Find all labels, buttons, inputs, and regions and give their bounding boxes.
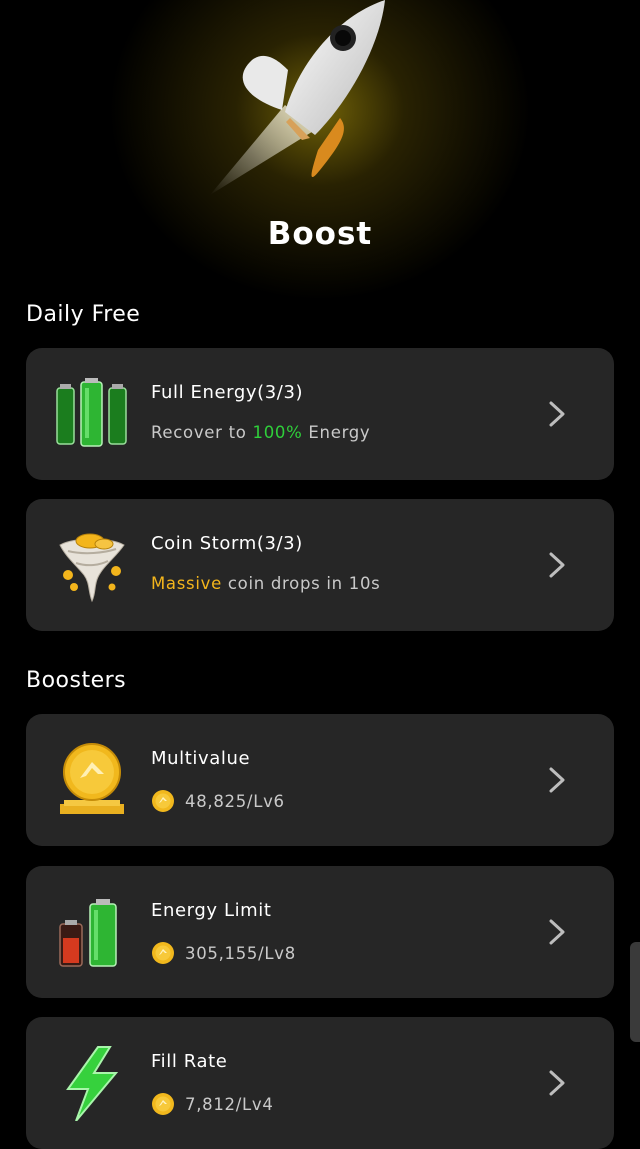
chevron-right-icon xyxy=(549,552,565,578)
coin-storm-card[interactable]: Coin Storm(3/3) Massive coin drops in 10… xyxy=(26,499,614,631)
hero-banner xyxy=(0,0,640,300)
battery-full-icon xyxy=(56,378,127,447)
energy-limit-card[interactable]: Energy Limit 305,155/Lv8 xyxy=(26,866,614,998)
page-title: Boost xyxy=(267,216,373,252)
coin-icon xyxy=(152,942,174,964)
chevron-right-icon xyxy=(549,767,565,793)
coin-storm-description: Massive coin drops in 10s xyxy=(151,574,381,593)
gold-coin-icon xyxy=(60,743,124,814)
lightning-icon xyxy=(66,1046,119,1121)
fill-rate-cost: 7,812/Lv4 xyxy=(151,1092,274,1116)
rocket-icon xyxy=(210,0,385,195)
full-energy-title: Full Energy(3/3) xyxy=(151,382,304,403)
multivalue-title: Multivalue xyxy=(151,748,251,769)
side-scroll-handle[interactable] xyxy=(630,942,640,1042)
full-energy-description: Recover to 100% Energy xyxy=(151,423,371,442)
coin-icon xyxy=(152,1093,174,1115)
energy-limit-cost: 305,155/Lv8 xyxy=(151,941,296,965)
chevron-right-icon xyxy=(549,1070,565,1096)
section-boosters-heading: Boosters xyxy=(26,668,127,693)
coin-icon xyxy=(152,790,174,812)
chevron-right-icon xyxy=(549,401,565,427)
battery-upgrade-icon xyxy=(59,899,117,967)
fill-rate-title: Fill Rate xyxy=(151,1051,228,1072)
energy-limit-title: Energy Limit xyxy=(151,900,272,921)
coin-storm-icon xyxy=(59,533,125,603)
chevron-right-icon xyxy=(549,919,565,945)
full-energy-card[interactable]: Full Energy(3/3) Recover to 100% Energy xyxy=(26,348,614,480)
section-daily-free-heading: Daily Free xyxy=(26,302,141,327)
fill-rate-card[interactable]: Fill Rate 7,812/Lv4 xyxy=(26,1017,614,1149)
coin-storm-title: Coin Storm(3/3) xyxy=(151,533,303,554)
multivalue-card[interactable]: Multivalue 48,825/Lv6 xyxy=(26,714,614,846)
multivalue-cost: 48,825/Lv6 xyxy=(151,789,285,813)
